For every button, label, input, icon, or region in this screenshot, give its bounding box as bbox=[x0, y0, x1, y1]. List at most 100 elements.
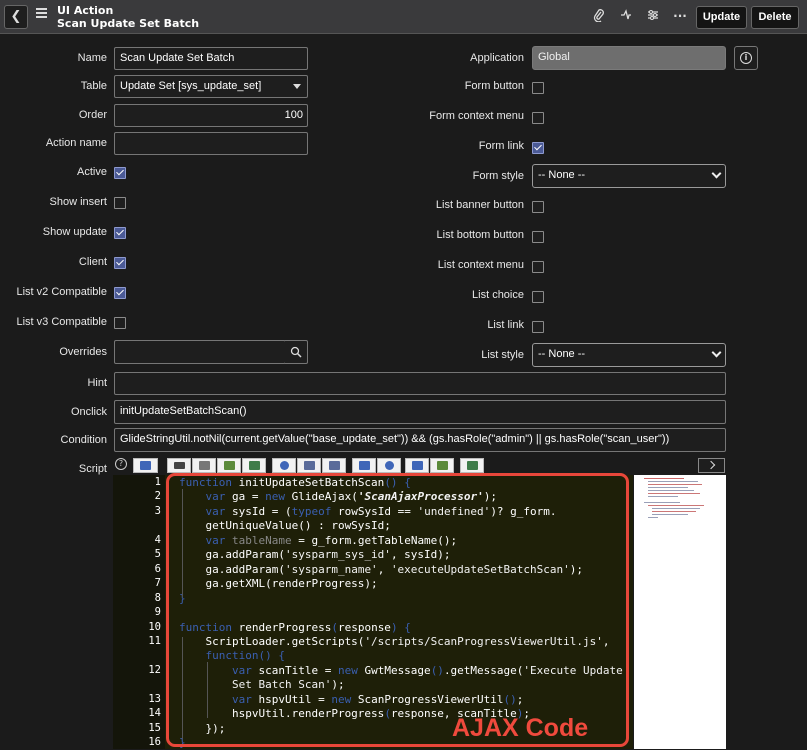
list-context-menu-checkbox[interactable] bbox=[532, 261, 544, 273]
ui-action-form: ❮ UI Action Scan Update Set Batch ··· Up… bbox=[0, 0, 807, 749]
onclick-field[interactable]: initUpdateSetBatchScan() bbox=[114, 400, 726, 424]
script-label: Script bbox=[78, 463, 107, 475]
list-style-value: -- None -- bbox=[538, 348, 586, 360]
line-number: 11 bbox=[148, 634, 161, 647]
insert-button[interactable] bbox=[217, 458, 241, 473]
list-style-select[interactable]: -- None -- bbox=[532, 343, 726, 367]
caret-down-icon bbox=[293, 84, 301, 89]
show-update-checkbox[interactable] bbox=[114, 227, 126, 239]
line-number: 6 bbox=[154, 562, 161, 575]
condition-field[interactable]: GlideStringUtil.notNil(current.getValue(… bbox=[114, 428, 726, 452]
format-icon bbox=[199, 461, 210, 470]
save-icon bbox=[412, 461, 423, 470]
list-v3-checkbox[interactable] bbox=[114, 317, 126, 329]
paperclip-icon[interactable] bbox=[592, 9, 606, 23]
fold-button[interactable] bbox=[297, 458, 321, 473]
comment-button[interactable] bbox=[167, 458, 191, 473]
overrides-label: Overrides bbox=[59, 346, 107, 358]
line-number: 15 bbox=[148, 721, 161, 734]
toggle-syntax-button[interactable] bbox=[133, 458, 158, 473]
condition-label: Condition bbox=[60, 434, 107, 446]
line-number: 9 bbox=[154, 606, 161, 619]
form-style-value: -- None -- bbox=[538, 169, 586, 181]
format-code-button[interactable] bbox=[192, 458, 216, 473]
application-info-button[interactable]: i bbox=[734, 46, 758, 70]
back-button[interactable]: ❮ bbox=[4, 5, 28, 29]
settings-sliders-icon[interactable] bbox=[646, 9, 660, 23]
onclick-label: Onclick bbox=[70, 406, 107, 418]
chevron-down-icon bbox=[711, 347, 722, 358]
insert-icon bbox=[224, 461, 235, 470]
active-label: Active bbox=[77, 166, 107, 178]
script-help-icon[interactable]: ? bbox=[115, 458, 127, 470]
delete-button[interactable]: Delete bbox=[751, 6, 799, 29]
sync-button[interactable] bbox=[430, 458, 454, 473]
action-name-label: Action name bbox=[45, 137, 107, 149]
line-number: 13 bbox=[148, 692, 161, 705]
list-style-label: List style bbox=[481, 349, 524, 361]
table-select-value: Update Set [sys_update_set] bbox=[120, 80, 262, 92]
unfold-button[interactable] bbox=[322, 458, 346, 473]
line-number: 7 bbox=[154, 577, 161, 590]
chevron-down-icon bbox=[711, 168, 722, 179]
chevron-down-icon bbox=[304, 461, 315, 470]
hint-field[interactable] bbox=[114, 372, 726, 395]
hint-label: Hint bbox=[87, 377, 107, 389]
debug-icon bbox=[359, 461, 370, 470]
expand-editor-button[interactable] bbox=[698, 458, 725, 473]
order-field[interactable]: 100 bbox=[114, 104, 308, 127]
settings-button[interactable] bbox=[460, 458, 484, 473]
form-link-checkbox[interactable] bbox=[532, 142, 544, 154]
list-v2-label: List v2 Compatible bbox=[16, 286, 108, 298]
search-code-button[interactable] bbox=[272, 458, 296, 473]
chevron-left-icon: ❮ bbox=[10, 9, 22, 24]
list-choice-checkbox[interactable] bbox=[532, 291, 544, 303]
order-label: Order bbox=[78, 109, 107, 121]
line-number: 8 bbox=[154, 591, 161, 604]
name-label: Name bbox=[77, 52, 107, 64]
remove-button[interactable] bbox=[242, 458, 266, 473]
code-minimap[interactable] bbox=[634, 475, 726, 749]
client-checkbox[interactable] bbox=[114, 257, 126, 269]
form-link-label: Form link bbox=[478, 140, 524, 152]
gear-icon bbox=[467, 461, 478, 470]
activity-icon[interactable] bbox=[619, 9, 633, 23]
form-header: ❮ UI Action Scan Update Set Batch ··· Up… bbox=[0, 0, 807, 34]
list-bottom-button-checkbox[interactable] bbox=[532, 231, 544, 243]
list-link-label: List link bbox=[487, 319, 524, 331]
line-number: 14 bbox=[148, 707, 161, 720]
search-icon bbox=[290, 346, 302, 358]
form-context-menu-checkbox[interactable] bbox=[532, 112, 544, 124]
overrides-lookup-button[interactable] bbox=[285, 340, 308, 364]
search-icon bbox=[280, 461, 289, 470]
client-label: Client bbox=[78, 256, 107, 268]
table-select[interactable]: Update Set [sys_update_set] bbox=[114, 75, 308, 98]
name-field[interactable]: Scan Update Set Batch bbox=[114, 47, 308, 70]
help-button[interactable] bbox=[377, 458, 401, 473]
table-label: Table bbox=[80, 80, 107, 92]
overrides-field[interactable] bbox=[114, 340, 286, 364]
comment-icon bbox=[174, 462, 185, 469]
show-insert-checkbox[interactable] bbox=[114, 197, 126, 209]
update-button[interactable]: Update bbox=[696, 6, 747, 29]
list-choice-label: List choice bbox=[472, 289, 524, 301]
list-v2-checkbox[interactable] bbox=[114, 287, 126, 299]
action-name-field[interactable] bbox=[114, 132, 308, 155]
record-name-title: Scan Update Set Batch bbox=[57, 17, 200, 30]
line-number: 12 bbox=[148, 663, 161, 676]
list-link-checkbox[interactable] bbox=[532, 321, 544, 333]
list-banner-button-checkbox[interactable] bbox=[532, 201, 544, 213]
application-label: Application bbox=[470, 52, 524, 64]
form-style-select[interactable]: -- None -- bbox=[532, 164, 726, 188]
script-debugger-button[interactable] bbox=[352, 458, 376, 473]
line-number: 5 bbox=[154, 548, 161, 561]
chevron-up-icon bbox=[329, 461, 340, 470]
form-button-checkbox[interactable] bbox=[532, 82, 544, 94]
sync-icon bbox=[437, 461, 448, 470]
active-checkbox[interactable] bbox=[114, 167, 126, 179]
line-number: 3 bbox=[154, 504, 161, 517]
save-button[interactable] bbox=[405, 458, 429, 473]
question-icon bbox=[385, 461, 394, 470]
more-icon[interactable]: ··· bbox=[673, 9, 687, 23]
hamburger-menu-icon[interactable] bbox=[36, 8, 47, 18]
